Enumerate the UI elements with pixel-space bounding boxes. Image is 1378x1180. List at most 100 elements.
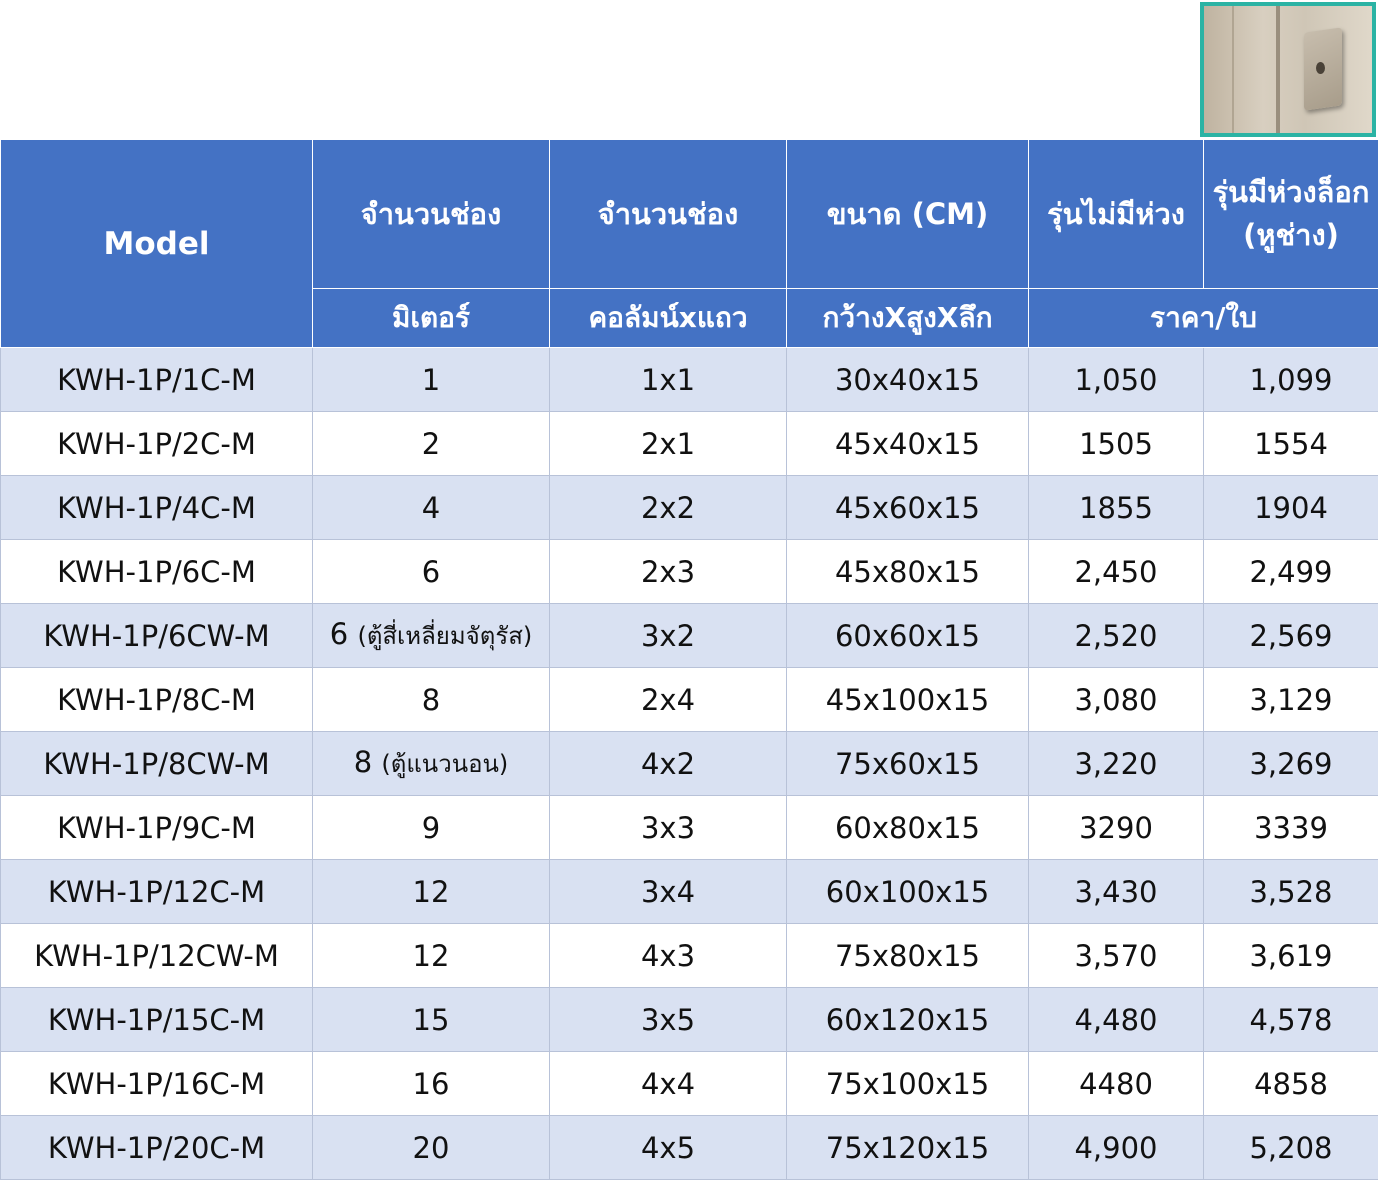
cell-price-with-loop: 3339 <box>1203 795 1378 860</box>
meters-value: 6 <box>421 554 441 589</box>
table-row: KWH-1P/1C-M 1 1x1 30x40x15 1,050 1,099 <box>0 347 1378 412</box>
table-row: KWH-1P/15C-M 15 3x5 60x120x15 4,480 4,578 <box>0 987 1378 1052</box>
table-row: KWH-1P/16C-M 16 4x4 75x100x15 4480 4858 <box>0 1051 1378 1116</box>
cell-size: 60x60x15 <box>786 603 1029 668</box>
table-row: KWH-1P/9C-M 9 3x3 60x80x15 3290 3339 <box>0 795 1378 860</box>
meters-note: (ตู้แนวนอน) <box>381 750 509 778</box>
header-with-loop-line1: รุ่นมีห่วงล็อก <box>1212 174 1370 209</box>
cell-grid: 2x3 <box>549 539 787 604</box>
meters-value: 12 <box>412 874 450 909</box>
meters-value: 6 <box>329 617 349 651</box>
meters-value: 20 <box>412 1130 450 1165</box>
table-row: KWH-1P/8C-M 8 2x4 45x100x15 3,080 3,129 <box>0 667 1378 732</box>
cell-price-with-loop: 3,619 <box>1203 923 1378 988</box>
cell-grid: 4x5 <box>549 1115 787 1180</box>
cell-model: KWH-1P/20C-M <box>0 1115 313 1180</box>
cell-size: 60x120x15 <box>786 987 1029 1052</box>
meters-value: 4 <box>421 490 441 525</box>
cell-price-no-loop: 3,430 <box>1028 859 1204 924</box>
cell-model: KWH-1P/4C-M <box>0 475 313 540</box>
cell-grid: 1x1 <box>549 347 787 412</box>
cell-meters: 8 <box>312 667 550 732</box>
cell-model: KWH-1P/6CW-M <box>0 603 313 668</box>
cell-model: KWH-1P/2C-M <box>0 411 313 476</box>
header-slots-meter: จำนวนช่อง <box>312 139 550 289</box>
cell-size: 75x120x15 <box>786 1115 1029 1180</box>
subheader-meter: มิเตอร์ <box>312 288 550 348</box>
meters-value: 9 <box>421 810 441 845</box>
cell-model: KWH-1P/8CW-M <box>0 731 313 796</box>
table-row: KWH-1P/20C-M 20 4x5 75x120x15 4,900 5,208 <box>0 1115 1378 1180</box>
cell-grid: 4x3 <box>549 923 787 988</box>
cell-price-no-loop: 2,450 <box>1028 539 1204 604</box>
cell-meters: 12 <box>312 923 550 988</box>
cell-price-no-loop: 1855 <box>1028 475 1204 540</box>
cell-model: KWH-1P/1C-M <box>0 347 313 412</box>
cell-model: KWH-1P/9C-M <box>0 795 313 860</box>
cell-meters: 6 <box>312 539 550 604</box>
cell-price-no-loop: 4,900 <box>1028 1115 1204 1180</box>
meters-value: 16 <box>412 1066 450 1101</box>
meters-value: 12 <box>412 938 450 973</box>
table-row: KWH-1P/4C-M 4 2x2 45x60x15 1855 1904 <box>0 475 1378 540</box>
cell-grid: 2x2 <box>549 475 787 540</box>
header-with-loop-line2: (หูช่าง) <box>1243 218 1339 252</box>
table-row: KWH-1P/12CW-M 12 4x3 75x80x15 3,570 3,619 <box>0 923 1378 988</box>
cell-price-with-loop: 4858 <box>1203 1051 1378 1116</box>
cell-meters: 8 (ตู้แนวนอน) <box>312 731 550 796</box>
cell-size: 75x80x15 <box>786 923 1029 988</box>
cell-meters: 2 <box>312 411 550 476</box>
cell-size: 45x100x15 <box>786 667 1029 732</box>
subheader-dimensions: กว้างXสูงXลึก <box>786 288 1029 348</box>
cell-grid: 2x4 <box>549 667 787 732</box>
cell-meters: 9 <box>312 795 550 860</box>
cell-size: 45x60x15 <box>786 475 1029 540</box>
cell-price-no-loop: 3290 <box>1028 795 1204 860</box>
price-table: Model จำนวนช่อง จำนวนช่อง ขนาด (CM) รุ่น… <box>0 139 1378 1180</box>
cell-size: 45x40x15 <box>786 411 1029 476</box>
door-edge <box>1232 6 1234 133</box>
cell-meters: 1 <box>312 347 550 412</box>
cell-grid: 3x5 <box>549 987 787 1052</box>
cell-size: 45x80x15 <box>786 539 1029 604</box>
cell-grid: 3x3 <box>549 795 787 860</box>
meters-note: (ตู้สี่เหลี่ยมจัตุรัส) <box>357 622 533 650</box>
header-with-loop: รุ่นมีห่วงล็อก (หูช่าง) <box>1203 139 1378 289</box>
cell-price-no-loop: 3,570 <box>1028 923 1204 988</box>
cell-size: 60x80x15 <box>786 795 1029 860</box>
cell-price-with-loop: 5,208 <box>1203 1115 1378 1180</box>
cell-model: KWH-1P/15C-M <box>0 987 313 1052</box>
cell-price-with-loop: 2,499 <box>1203 539 1378 604</box>
cell-price-no-loop: 4480 <box>1028 1051 1204 1116</box>
cell-price-with-loop: 1,099 <box>1203 347 1378 412</box>
header-slots-grid: จำนวนช่อง <box>549 139 787 289</box>
header-no-loop: รุ่นไม่มีห่วง <box>1028 139 1204 289</box>
cell-price-no-loop: 3,220 <box>1028 731 1204 796</box>
cell-price-no-loop: 1505 <box>1028 411 1204 476</box>
cell-grid: 3x4 <box>549 859 787 924</box>
cell-price-no-loop: 3,080 <box>1028 667 1204 732</box>
cell-meters: 20 <box>312 1115 550 1180</box>
table-row: KWH-1P/2C-M 2 2x1 45x40x15 1505 1554 <box>0 411 1378 476</box>
cell-meters: 6 (ตู้สี่เหลี่ยมจัตุรัส) <box>312 603 550 668</box>
cell-meters: 15 <box>312 987 550 1052</box>
cell-model: KWH-1P/8C-M <box>0 667 313 732</box>
meters-value: 8 <box>421 682 441 717</box>
cell-grid: 3x2 <box>549 603 787 668</box>
cell-price-with-loop: 3,528 <box>1203 859 1378 924</box>
cell-model: KWH-1P/12CW-M <box>0 923 313 988</box>
cell-price-no-loop: 2,520 <box>1028 603 1204 668</box>
table-row: KWH-1P/6C-M 6 2x3 45x80x15 2,450 2,499 <box>0 539 1378 604</box>
table-row: KWH-1P/12C-M 12 3x4 60x100x15 3,430 3,528 <box>0 859 1378 924</box>
meters-value: 15 <box>412 1002 450 1037</box>
cell-grid: 4x2 <box>549 731 787 796</box>
door-seam <box>1276 6 1280 133</box>
cell-size: 75x60x15 <box>786 731 1029 796</box>
cell-meters: 12 <box>312 859 550 924</box>
cell-model: KWH-1P/12C-M <box>0 859 313 924</box>
cell-model: KWH-1P/16C-M <box>0 1051 313 1116</box>
padlock-hole <box>1316 62 1325 74</box>
cell-price-no-loop: 4,480 <box>1028 987 1204 1052</box>
meters-value: 1 <box>421 362 441 397</box>
cell-price-with-loop: 2,569 <box>1203 603 1378 668</box>
